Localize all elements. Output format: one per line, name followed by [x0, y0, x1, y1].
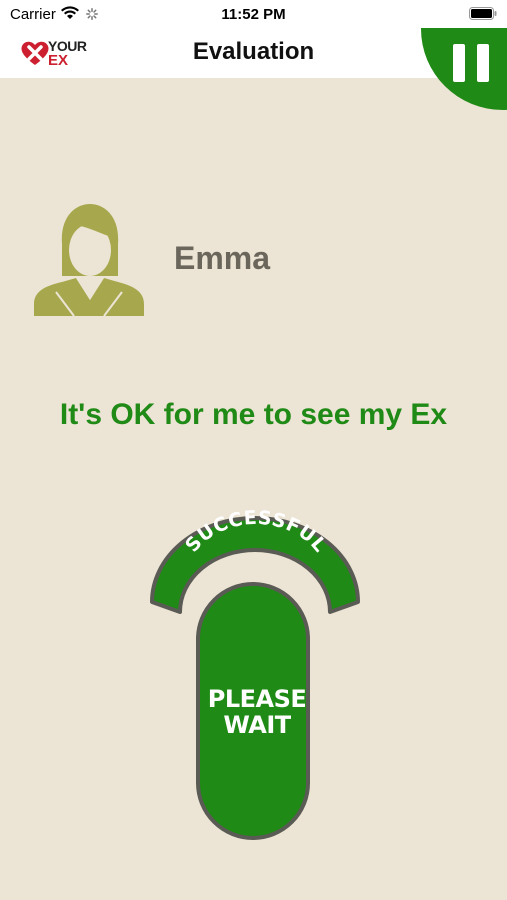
battery-icon [469, 7, 497, 20]
please-wait-label: PLEASE WAIT [207, 685, 307, 739]
pause-button[interactable] [421, 28, 507, 110]
person-avatar-icon [34, 204, 144, 316]
profile-name: Emma [174, 240, 271, 276]
status-bar: Carrier 11:52 PM [0, 0, 507, 28]
statement-text: It's OK for me to see my Ex [59, 398, 448, 431]
status-time: 11:52 PM [221, 6, 286, 23]
please-wait-button[interactable]: PLEASE WAIT [196, 582, 310, 840]
